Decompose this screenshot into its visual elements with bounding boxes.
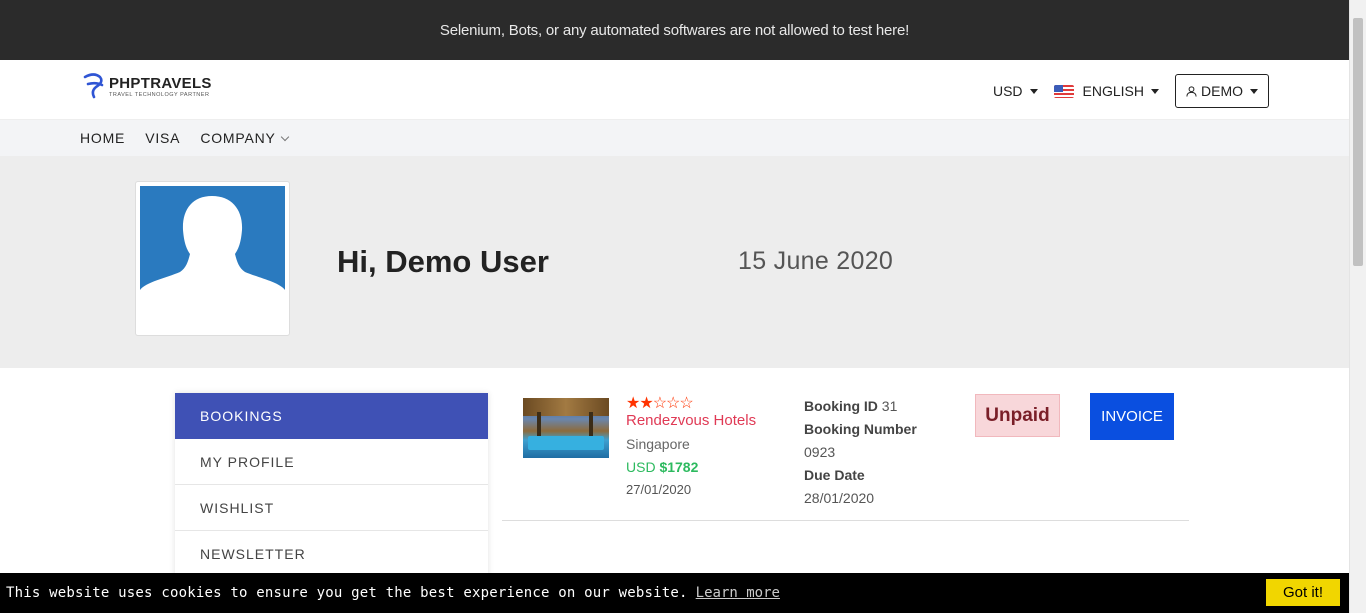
account-label: DEMO (1201, 83, 1243, 99)
star-empty-icon: ☆ (652, 395, 667, 412)
cookie-accept-button[interactable]: Got it! (1266, 579, 1340, 606)
account-sidebar: BOOKINGS MY PROFILE WISHLIST NEWSLETTER (175, 393, 488, 577)
sidebar-item-wishlist[interactable]: WISHLIST (175, 485, 488, 531)
nav-item-company-label: COMPANY (200, 130, 276, 146)
hotel-thumbnail[interactable] (523, 398, 609, 458)
booking-id-value: 31 (881, 398, 898, 414)
star-filled-icon: ★ (639, 395, 653, 412)
logo-title: PHPTRAVELS (109, 74, 212, 92)
nav-item-visa[interactable]: VISA (145, 130, 180, 146)
currency-dropdown[interactable]: USD (993, 83, 1038, 99)
payment-status-badge: Unpaid (975, 394, 1060, 437)
invoice-button[interactable]: INVOICE (1090, 393, 1174, 440)
sidebar-item-newsletter[interactable]: NEWSLETTER (175, 531, 488, 577)
sidebar-item-my-profile[interactable]: MY PROFILE (175, 439, 488, 485)
due-date-label: Due Date (804, 467, 865, 483)
avatar-frame (135, 181, 290, 336)
cookie-consent-bar: This website uses cookies to ensure you … (0, 573, 1349, 613)
user-greeting: Hi, Demo User (337, 244, 549, 279)
current-date: 15 June 2020 (738, 247, 894, 275)
hotel-city: Singapore (626, 436, 690, 452)
hotel-name-link[interactable]: Rendezvous Hotels (626, 412, 756, 429)
star-empty-icon: ☆ (679, 395, 693, 412)
scrollbar-thumb[interactable] (1353, 18, 1363, 266)
main-nav: HOME VISA COMPANY (0, 120, 1349, 156)
booking-date: 27/01/2020 (626, 482, 692, 497)
cookie-message: This website uses cookies to ensure you … (6, 585, 688, 601)
star-rating: ★★☆☆☆ (626, 393, 694, 413)
logo-mark-icon (83, 73, 104, 99)
profile-hero: Hi, Demo User 15 June 2020 (0, 156, 1349, 368)
nav-item-home[interactable]: HOME (80, 130, 125, 146)
nav-item-company[interactable]: COMPANY (200, 130, 289, 146)
language-label: ENGLISH (1082, 83, 1144, 99)
booking-price: USD $1782 (626, 459, 698, 475)
cookie-learn-more-link[interactable]: Learn more (696, 585, 780, 601)
star-filled-icon: ★ (626, 395, 640, 412)
star-empty-icon: ☆ (666, 395, 680, 412)
price-amount: $1782 (659, 459, 699, 475)
language-dropdown[interactable]: ENGLISH (1053, 83, 1159, 99)
booking-details: Booking ID 31 Booking Number 0923 Due Da… (804, 395, 917, 510)
caret-down-icon (1151, 88, 1159, 94)
booking-row: ★★☆☆☆ Rendezvous Hotels Singapore USD $1… (502, 393, 1189, 521)
site-header: PHPTRAVELS TRAVEL TECHNOLOGY PARTNER USD… (0, 60, 1349, 120)
automation-notice-bar: Selenium, Bots, or any automated softwar… (0, 0, 1349, 60)
caret-down-icon (1250, 88, 1258, 94)
page-scrollbar[interactable] (1349, 0, 1366, 613)
avatar (140, 186, 285, 305)
user-silhouette-icon (140, 196, 285, 305)
chevron-down-icon (280, 132, 289, 141)
booking-number-label: Booking Number (804, 421, 917, 437)
sidebar-item-bookings[interactable]: BOOKINGS (175, 393, 488, 439)
booking-id-label: Booking ID (804, 398, 878, 414)
automation-notice-text: Selenium, Bots, or any automated softwar… (439, 21, 910, 39)
us-flag-icon (1053, 84, 1074, 98)
caret-down-icon (1029, 88, 1038, 94)
site-logo[interactable]: PHPTRAVELS TRAVEL TECHNOLOGY PARTNER (82, 73, 212, 101)
currency-label: USD (992, 83, 1023, 99)
price-currency: USD (626, 459, 656, 475)
user-icon (1186, 85, 1197, 97)
account-dropdown-button[interactable]: DEMO (1175, 74, 1269, 108)
booking-number-value: 0923 (804, 444, 836, 460)
due-date-value: 28/01/2020 (804, 490, 875, 506)
logo-subtitle: TRAVEL TECHNOLOGY PARTNER (109, 91, 210, 98)
